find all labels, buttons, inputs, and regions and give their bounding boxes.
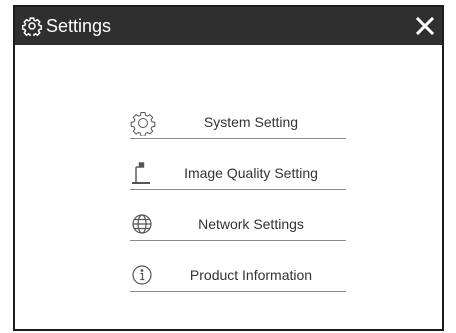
gear-icon [22,17,42,36]
menu-item-network-settings[interactable]: Network Settings [130,208,346,241]
menu-item-image-quality-setting[interactable]: Image Quality Setting [130,157,346,190]
info-icon [132,265,152,285]
menu-item-system-setting[interactable]: System Setting [130,106,346,139]
gear-icon [130,112,156,136]
menu-item-label: Product Information [189,267,313,283]
menu-item-label: Network Settings [198,216,304,232]
menu-item-label: Image Quality Setting [184,165,318,181]
menu-item-label: System Setting [203,114,299,130]
globe-icon [132,214,152,234]
window-title: Settings [46,16,112,36]
close-icon[interactable] [414,15,436,37]
title-bar: Settings [15,7,442,45]
settings-dialog: Settings System Setting Image Quality Se… [13,5,444,331]
menu-item-product-information[interactable]: Product Information [130,259,346,292]
document-camera-icon [132,162,150,184]
